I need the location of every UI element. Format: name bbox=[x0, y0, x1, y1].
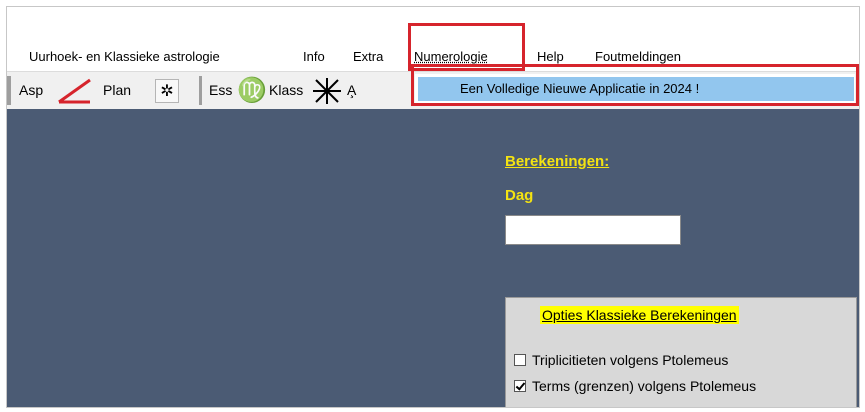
menu-numerologie[interactable]: Numerologie bbox=[414, 49, 488, 64]
star-burst-icon[interactable] bbox=[311, 77, 343, 105]
terms-checkbox[interactable] bbox=[514, 380, 526, 392]
options-panel: Opties Klassieke Berekeningen Tripliciti… bbox=[505, 297, 857, 407]
menu-extra[interactable]: Extra bbox=[353, 49, 383, 64]
menu-uurhoek[interactable]: Uurhoek- en Klassieke astrologie bbox=[29, 49, 220, 64]
toolbar-asp-label[interactable]: Asp bbox=[19, 82, 43, 98]
day-label: Dag bbox=[505, 187, 534, 204]
toolbar-klass-label[interactable]: Klass bbox=[269, 82, 303, 98]
option-row[interactable]: Triplicitieten volgens Ptolemeus bbox=[514, 352, 728, 368]
planet-gear-icon[interactable]: ✲ bbox=[155, 79, 179, 103]
numerologie-dropdown: Een Volledige Nieuwe Applicatie in 2024 … bbox=[415, 74, 855, 104]
day-input[interactable] bbox=[505, 215, 681, 245]
main-panel: Berekeningen: Dag Opties Klassieke Berek… bbox=[7, 109, 859, 407]
menu-info[interactable]: Info bbox=[303, 49, 325, 64]
option-label: Triplicitieten volgens Ptolemeus bbox=[532, 352, 729, 368]
dropdown-item-new-app[interactable]: Een Volledige Nieuwe Applicatie in 2024 … bbox=[418, 77, 854, 101]
option-label: Terms (grenzen) volgens Ptolemeus bbox=[532, 378, 757, 394]
aspect-triangle-icon[interactable] bbox=[57, 78, 93, 104]
toolbar-ap-label[interactable]: A̧ bbox=[347, 82, 356, 98]
toolbar-plan-label[interactable]: Plan bbox=[103, 82, 131, 98]
virgo-icon[interactable]: ♍ bbox=[237, 76, 267, 105]
toolbar-ess-label[interactable]: Ess bbox=[209, 82, 232, 98]
menu-help[interactable]: Help bbox=[537, 49, 564, 64]
app-window: Uurhoek- en Klassieke astrologie Info Ex… bbox=[6, 6, 860, 408]
triplicity-checkbox[interactable] bbox=[514, 354, 526, 366]
menu-bar: Uurhoek- en Klassieke astrologie Info Ex… bbox=[7, 43, 859, 71]
calculations-title: Berekeningen: bbox=[505, 153, 610, 170]
option-row[interactable]: Terms (grenzen) volgens Ptolemeus bbox=[514, 378, 756, 394]
options-title[interactable]: Opties Klassieke Berekeningen bbox=[540, 306, 739, 324]
toolbar-separator bbox=[199, 76, 202, 105]
dropdown-item-label: Een Volledige Nieuwe Applicatie in 2024 … bbox=[460, 81, 700, 96]
toolbar-grip bbox=[7, 76, 11, 105]
menu-foutmeldingen[interactable]: Foutmeldingen bbox=[595, 49, 681, 64]
